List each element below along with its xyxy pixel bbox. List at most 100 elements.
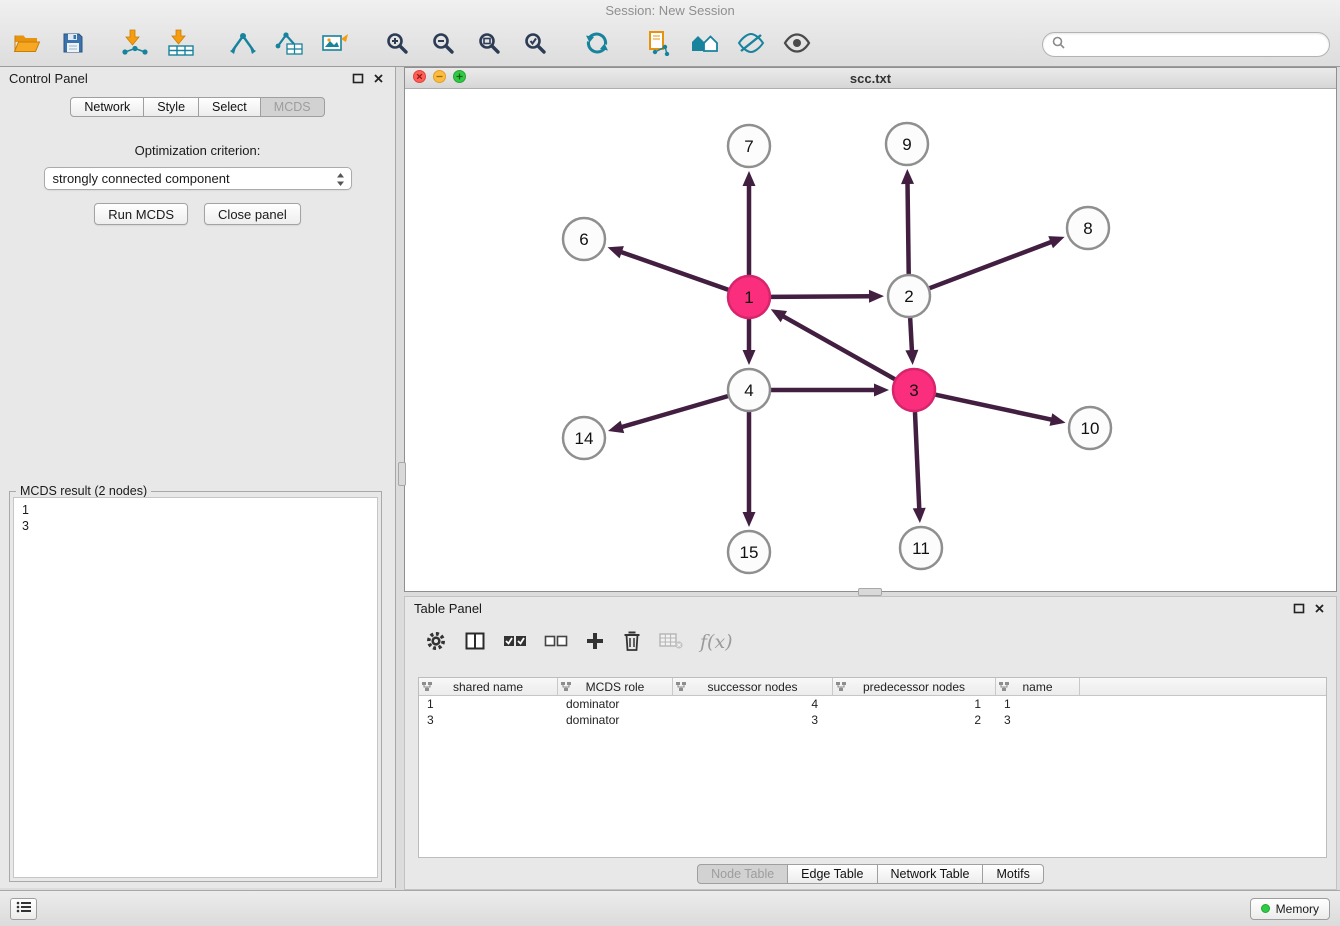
network-canvas-svg[interactable]: 7 9 6 8 1 2 4 3 14 10 15 11 <box>405 89 1336 591</box>
memory-button[interactable]: Memory <box>1250 898 1330 920</box>
delete-column-button[interactable] <box>622 627 642 657</box>
zoom-in-button[interactable] <box>380 27 414 61</box>
graph-edge-2-9[interactable] <box>901 169 914 274</box>
graph-node-label: 14 <box>575 429 594 448</box>
close-panel-button[interactable]: Close panel <box>204 203 301 225</box>
graph-edge-2-3[interactable] <box>905 318 918 365</box>
table-row[interactable]: 3dominator323 <box>419 712 1326 728</box>
table-cell[interactable]: 1 <box>996 696 1080 712</box>
search-input[interactable] <box>1070 36 1320 53</box>
open-session-button[interactable] <box>10 27 44 61</box>
graph-node-7[interactable]: 7 <box>728 125 770 167</box>
function-builder-button-disabled: f(x) <box>700 627 733 657</box>
graph-node-4[interactable]: 4 <box>728 369 770 411</box>
graph-node-11[interactable]: 11 <box>900 527 942 569</box>
close-panel-icon[interactable] <box>370 70 386 86</box>
graph-node-label: 10 <box>1081 419 1100 438</box>
graph-edge-1-4[interactable] <box>743 319 756 365</box>
graph-node-9[interactable]: 9 <box>886 123 928 165</box>
graph-edge-1-7[interactable] <box>743 171 756 275</box>
table-cell[interactable]: 3 <box>673 712 833 728</box>
table-cell[interactable]: dominator <box>558 696 673 712</box>
apply-layout-button[interactable] <box>580 27 614 61</box>
zoom-fit-button[interactable] <box>472 27 506 61</box>
show-columns-button[interactable] <box>464 627 486 657</box>
select-all-button[interactable] <box>503 627 527 657</box>
graph-node-15[interactable]: 15 <box>728 531 770 573</box>
copy-view-button[interactable] <box>642 27 676 61</box>
graph-node-1[interactable]: 1 <box>728 276 770 318</box>
table-tab-node-table[interactable]: Node Table <box>697 864 788 884</box>
float-table-panel-icon[interactable] <box>1291 600 1307 616</box>
table-cell[interactable]: 1 <box>833 696 996 712</box>
column-header-shared-name[interactable]: shared name <box>419 678 558 695</box>
control-panel-tabs: NetworkStyleSelectMCDS <box>0 97 395 117</box>
close-window-icon[interactable] <box>413 70 426 86</box>
network-window-titlebar[interactable]: scc.txt <box>405 68 1336 89</box>
table-cell[interactable]: 2 <box>833 712 996 728</box>
save-session-button[interactable] <box>56 27 90 61</box>
search-field[interactable] <box>1042 32 1330 57</box>
control-tab-select[interactable]: Select <box>199 97 261 117</box>
criterion-dropdown[interactable]: strongly connected component <box>44 167 352 190</box>
table-cell[interactable]: dominator <box>558 712 673 728</box>
graph-node-10[interactable]: 10 <box>1069 407 1111 449</box>
control-tab-style[interactable]: Style <box>144 97 199 117</box>
control-tab-mcds[interactable]: MCDS <box>261 97 325 117</box>
graph-node-3[interactable]: 3 <box>893 369 935 411</box>
graph-edge-1-2[interactable] <box>771 290 884 303</box>
import-network-button[interactable] <box>118 27 152 61</box>
table-row[interactable]: 1dominator411 <box>419 696 1326 712</box>
new-network-table-button[interactable] <box>272 27 306 61</box>
toggle-graphics-button[interactable] <box>734 27 768 61</box>
new-network-button[interactable] <box>226 27 260 61</box>
table-tab-edge-table[interactable]: Edge Table <box>788 864 877 884</box>
splitter-handle-horizontal[interactable] <box>858 588 882 596</box>
column-header-MCDS-role[interactable]: MCDS role <box>558 678 673 695</box>
mcds-result-list[interactable]: 13 <box>13 497 378 878</box>
zoom-out-button[interactable] <box>426 27 460 61</box>
graph-node-14[interactable]: 14 <box>563 417 605 459</box>
graph-edge-4-15[interactable] <box>743 412 756 527</box>
minimize-window-icon[interactable] <box>433 70 446 86</box>
graph-node-2[interactable]: 2 <box>888 275 930 317</box>
graph-node-6[interactable]: 6 <box>563 218 605 260</box>
table-settings-button[interactable] <box>425 627 447 657</box>
table-cell[interactable]: 3 <box>419 712 558 728</box>
trash-icon <box>622 630 642 655</box>
graph-node-8[interactable]: 8 <box>1067 207 1109 249</box>
graph-edge-4-3[interactable] <box>771 384 889 397</box>
add-column-button[interactable] <box>585 627 605 657</box>
show-hide-button[interactable] <box>780 27 814 61</box>
table-tab-network-table[interactable]: Network Table <box>878 864 984 884</box>
column-header-predecessor-nodes[interactable]: predecessor nodes <box>833 678 996 695</box>
table-tab-motifs[interactable]: Motifs <box>983 864 1043 884</box>
table-cell[interactable]: 4 <box>673 696 833 712</box>
import-table-button[interactable] <box>164 27 198 61</box>
toolbar-group-session <box>10 27 90 61</box>
splitter-handle-vertical[interactable] <box>398 462 406 486</box>
close-table-panel-icon[interactable] <box>1311 600 1327 616</box>
graph-edge-3-11[interactable] <box>913 412 926 523</box>
graph-edge-3-1[interactable] <box>771 309 895 379</box>
status-menu-button[interactable] <box>10 898 37 920</box>
deselect-all-button[interactable] <box>544 627 568 657</box>
run-mcds-button[interactable]: Run MCDS <box>94 203 188 225</box>
graph-edge-2-8[interactable] <box>930 236 1065 288</box>
export-image-button[interactable] <box>318 27 352 61</box>
zoom-selected-button[interactable] <box>518 27 552 61</box>
graph-edge-4-14[interactable] <box>608 396 728 433</box>
graph-edge-1-6[interactable] <box>608 246 729 290</box>
network-overview-button[interactable] <box>688 27 722 61</box>
table-cell[interactable]: 3 <box>996 712 1080 728</box>
mcds-result-line: 1 <box>22 502 369 518</box>
table-tabs: Node TableEdge TableNetwork TableMotifs <box>405 864 1336 884</box>
float-panel-icon[interactable] <box>350 70 366 86</box>
maximize-window-icon[interactable] <box>453 70 466 86</box>
graph-edge-3-10[interactable] <box>936 395 1066 426</box>
graph-node-label: 3 <box>909 381 918 400</box>
column-header-name[interactable]: name <box>996 678 1080 695</box>
table-cell[interactable]: 1 <box>419 696 558 712</box>
column-header-successor-nodes[interactable]: successor nodes <box>673 678 833 695</box>
control-tab-network[interactable]: Network <box>70 97 144 117</box>
